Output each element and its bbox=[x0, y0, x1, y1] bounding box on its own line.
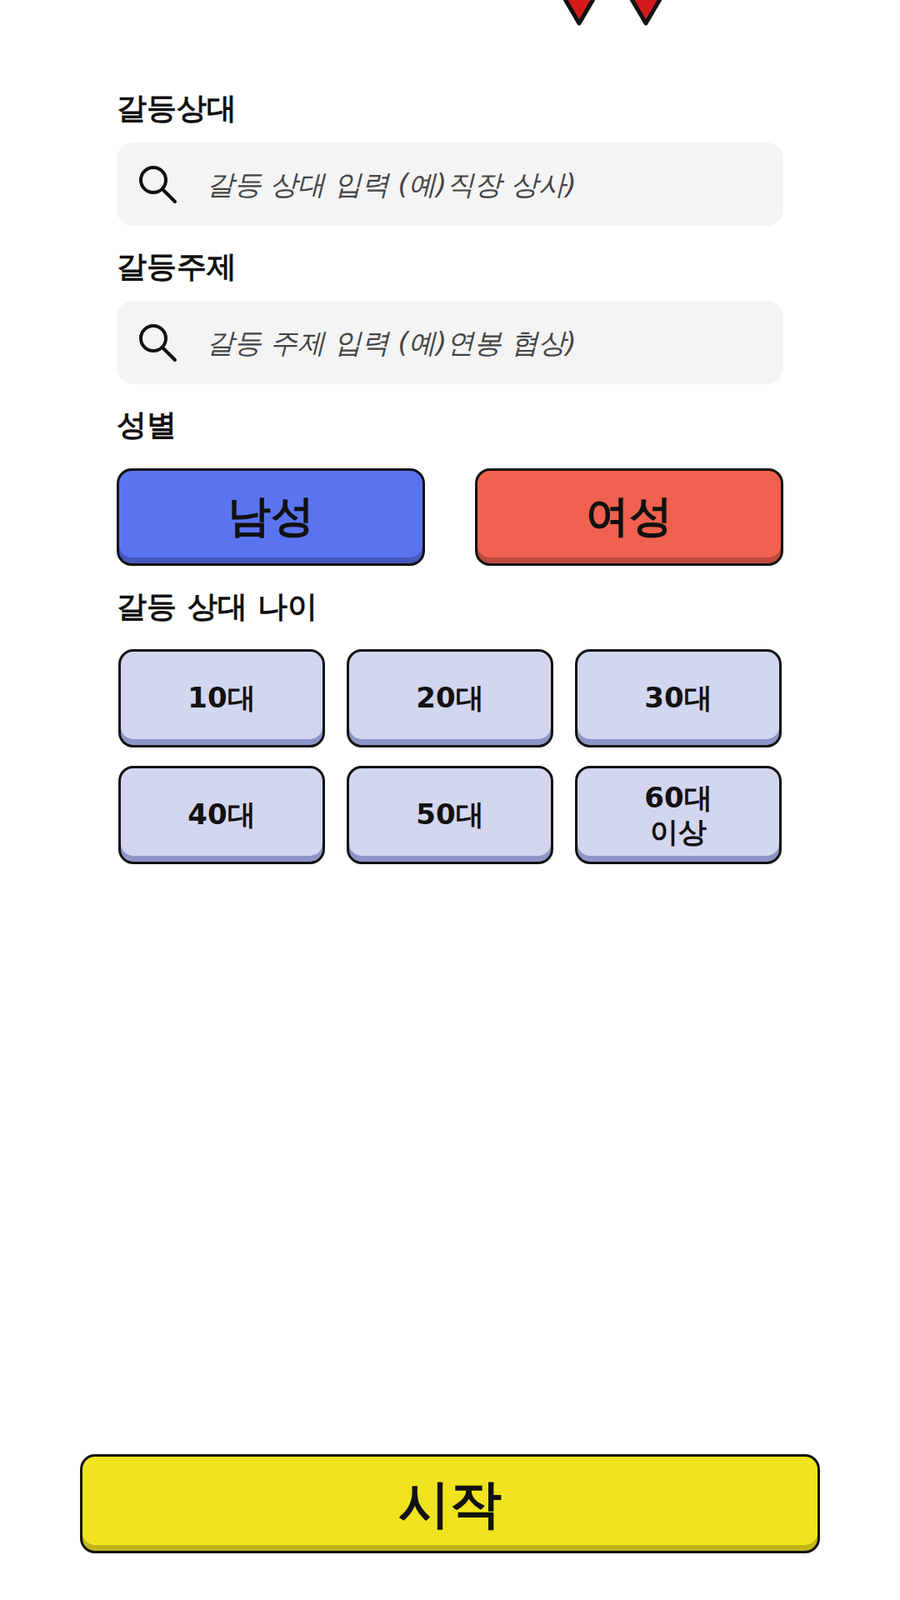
age-button[interactable]: 50대 bbox=[346, 765, 554, 865]
page: 갈등상대갈등주제성별남성 여성갈등 상대 나이 10대20대30대 40대50대60대… bbox=[0, 0, 900, 1600]
age-button[interactable]: 30대 bbox=[575, 649, 782, 748]
age-group: 갈등 상대 나이 10대20대30대 40대50대60대 이상 bbox=[116, 588, 784, 865]
search-box bbox=[116, 142, 784, 226]
search-box bbox=[116, 300, 784, 385]
search-icon bbox=[136, 321, 179, 364]
start-button[interactable]: 시작 bbox=[80, 1454, 820, 1554]
header bbox=[0, 0, 900, 90]
search-icon bbox=[136, 163, 179, 205]
field-group: 갈등상대 bbox=[116, 90, 784, 226]
footer: 시작 bbox=[0, 1454, 900, 1600]
age-button[interactable]: 20대 bbox=[346, 649, 554, 748]
search-input[interactable] bbox=[205, 325, 764, 360]
age-label: 갈등 상대 나이 bbox=[116, 588, 784, 625]
form: 갈등상대갈등주제성별남성 여성갈등 상대 나이 10대20대30대 40대50대60대… bbox=[116, 90, 784, 865]
age-button[interactable]: 40대 bbox=[118, 765, 325, 865]
field-label: 갈등상대 bbox=[116, 90, 784, 126]
search-input[interactable] bbox=[205, 167, 764, 202]
field-group: 갈등주제 bbox=[116, 248, 784, 385]
field-label: 갈등주제 bbox=[116, 248, 784, 285]
gender-row: 남성 여성 bbox=[116, 468, 784, 566]
gender-group: 성별남성 여성 bbox=[116, 406, 784, 565]
gender-label: 성별 bbox=[116, 406, 784, 443]
age-button[interactable]: 10대 bbox=[118, 649, 325, 748]
gender-button[interactable]: 여성 bbox=[475, 468, 784, 566]
age-button[interactable]: 60대 이상 bbox=[575, 765, 782, 865]
gender-button[interactable]: 남성 bbox=[116, 468, 425, 566]
hearts-icon bbox=[541, 0, 684, 27]
age-grid: 10대20대30대 40대50대60대 이상 bbox=[116, 649, 784, 865]
